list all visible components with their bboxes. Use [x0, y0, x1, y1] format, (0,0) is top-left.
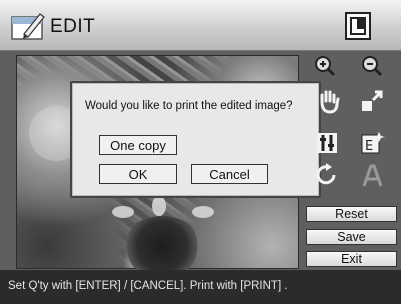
print-confirm-dialog: Would you like to print the edited image… [70, 81, 321, 198]
header-bar: EDIT [0, 0, 401, 51]
sunflower-center [122, 216, 202, 276]
dialog-message: Would you like to print the edited image… [85, 100, 293, 112]
adjust-icon[interactable] [314, 130, 340, 156]
zoom-out-icon[interactable] [359, 54, 385, 80]
exit-button[interactable]: Exit [306, 251, 397, 267]
resize-icon[interactable] [359, 88, 385, 114]
zoom-in-icon[interactable] [312, 54, 338, 80]
status-text: Set Q'ty with [ENTER] / [CANCEL]. Print … [8, 280, 288, 292]
petal [112, 206, 134, 218]
svg-text:E: E [365, 139, 373, 154]
edit-pencil-icon [11, 13, 45, 40]
hand-move-icon[interactable] [316, 88, 342, 114]
ok-button[interactable]: OK [99, 164, 177, 184]
layout-mode-icon[interactable] [343, 10, 373, 42]
save-button[interactable]: Save [306, 229, 397, 245]
one-copy-button[interactable]: One copy [99, 135, 177, 155]
page-title: EDIT [50, 16, 96, 37]
reset-button[interactable]: Reset [306, 206, 397, 222]
status-bar: Set Q'ty with [ENTER] / [CANCEL]. Print … [0, 270, 401, 304]
petal [152, 196, 166, 216]
rotate-icon[interactable] [314, 162, 340, 188]
petal [192, 206, 214, 218]
cancel-button[interactable]: Cancel [191, 164, 268, 184]
text-icon[interactable] [359, 162, 385, 188]
effect-icon[interactable]: E [359, 130, 385, 156]
